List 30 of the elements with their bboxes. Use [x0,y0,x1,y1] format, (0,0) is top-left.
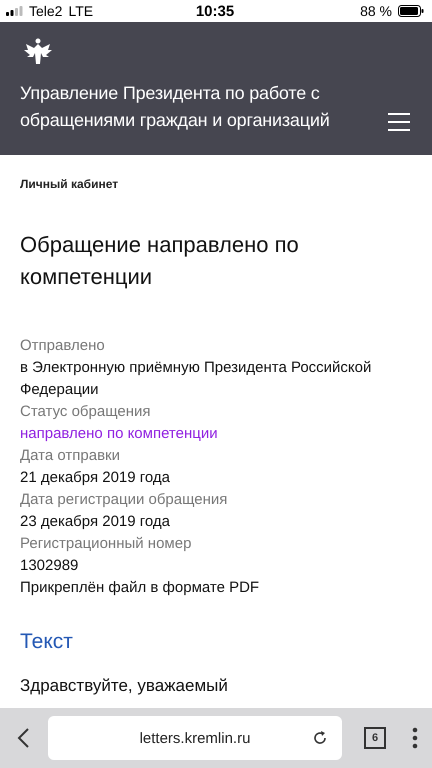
page-heading: Обращение направлено по компетенции [20,231,300,291]
eagle-emblem-icon [22,38,54,66]
field-label: Дата отправки [20,446,121,466]
breadcrumb-link[interactable]: Личный кабинет [20,177,410,191]
header-title: Управление Президента по работе с обращениями граждан и организаций [20,82,331,132]
status-link[interactable]: направлено по компетенции [20,423,410,445]
network-type: LTE [68,3,94,19]
section-title: Текст [20,630,74,654]
menu-icon[interactable] [388,112,410,132]
field-label: Статус обращения [20,402,152,422]
carrier-name: Tele2 [29,3,62,19]
signal-icon [6,6,23,16]
field-value: Прикреплён файл в формате PDF [20,578,260,598]
field-label: Отправлено [20,336,106,356]
field-value: 1302989 [20,556,80,576]
field-value: 21 декабря 2019 года [20,468,172,488]
reload-icon[interactable] [312,730,328,746]
field-value: в Электронную приёмную Президента Российской Федерации [20,358,372,400]
url-text: letters.kremlin.ru [140,730,250,746]
battery-icon [398,5,424,17]
field-label: Дата регистрации обращения [20,490,228,510]
tabs-button[interactable]: 6 [364,727,386,749]
letter-text: Здравствуйте, уважаемый [20,676,229,696]
battery-percent: 88 % [360,3,392,19]
more-icon[interactable] [412,727,418,749]
back-icon[interactable] [16,727,30,749]
field-label: Регистрационный номер [20,534,192,554]
clock-time: 10:35 [196,2,234,20]
address-bar[interactable]: letters.kremlin.ru [48,716,342,760]
field-value: 23 декабря 2019 года [20,512,172,532]
